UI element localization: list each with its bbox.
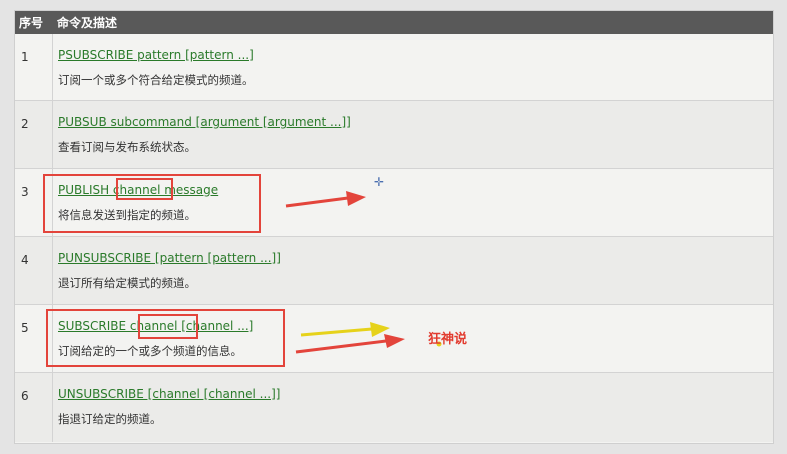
- annotation-text: 狂神说: [428, 332, 468, 347]
- annotation-arrows: [285, 191, 442, 354]
- crosshair-cursor-icon: ✛: [374, 175, 385, 189]
- red-arrow-icon: [295, 334, 405, 354]
- red-arrow-icon: [285, 191, 366, 208]
- yellow-arrow-icon: [300, 322, 390, 337]
